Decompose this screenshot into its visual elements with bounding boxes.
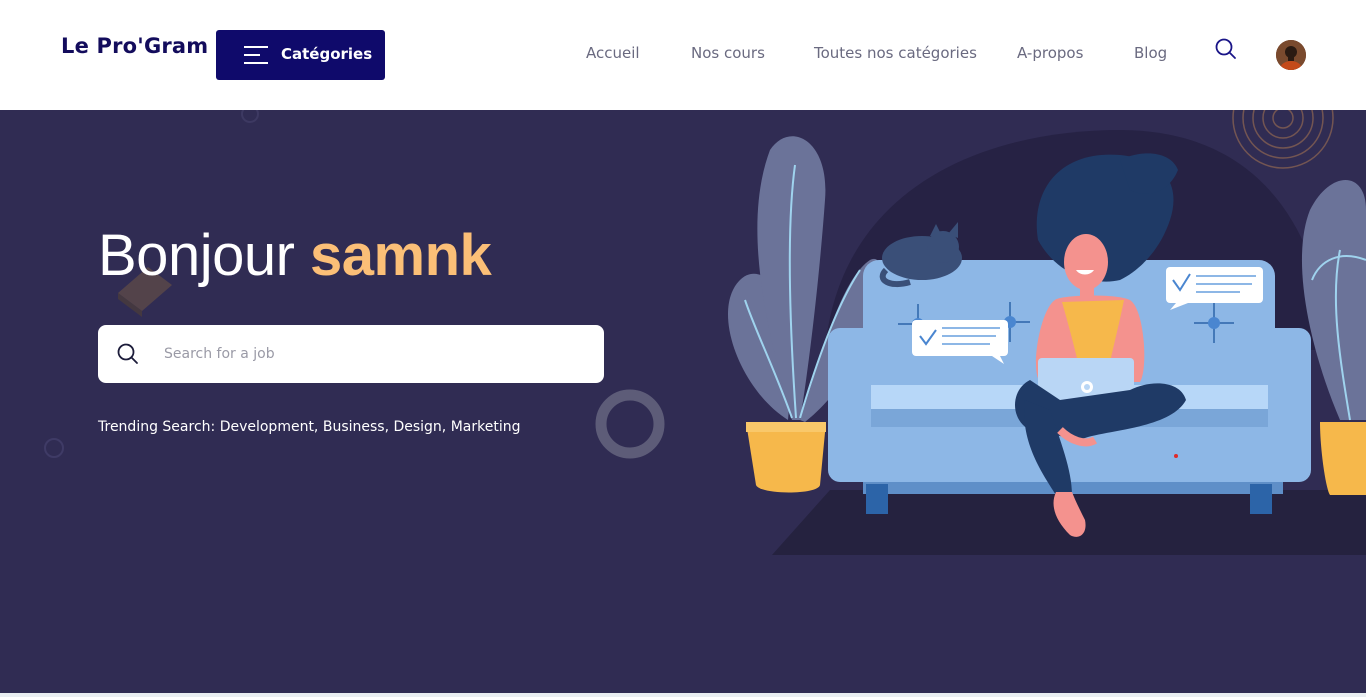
trending-label: Trending Search: (98, 419, 216, 435)
circle-decoration (44, 438, 64, 458)
nav-blog[interactable]: Blog (1134, 44, 1167, 62)
search-icon[interactable] (1214, 37, 1238, 61)
search-icon[interactable] (117, 343, 139, 365)
page-bottom-edge (0, 693, 1366, 697)
hero-section: Bonjour samnk Trending Search: Developme… (0, 110, 1366, 697)
job-search-bar (98, 325, 604, 383)
site-logo[interactable]: Le Pro'Gram (61, 34, 208, 58)
job-search-input[interactable] (164, 339, 584, 369)
trending-items[interactable]: Development, Business, Design, Marketing (220, 419, 521, 435)
trending-search: Trending Search: Development, Business, … (98, 419, 520, 435)
nav-a-propos[interactable]: A-propos (1017, 44, 1083, 62)
greeting-heading: Bonjour samnk (98, 222, 492, 289)
top-header: Le Pro'Gram Catégories Accueil Nos cours… (0, 0, 1366, 110)
user-name: samnk (310, 223, 492, 288)
categories-button[interactable]: Catégories (216, 30, 385, 80)
ring-decoration (595, 389, 665, 459)
categories-button-label: Catégories (281, 45, 373, 63)
nav-nos-cours[interactable]: Nos cours (691, 44, 765, 62)
menu-icon (244, 46, 268, 64)
user-avatar[interactable] (1276, 40, 1306, 70)
nav-accueil[interactable]: Accueil (586, 44, 640, 62)
circle-decoration (241, 110, 259, 123)
nav-toutes-categories[interactable]: Toutes nos catégories (814, 44, 977, 62)
greeting-text: Bonjour (98, 223, 295, 288)
hero-illustration (727, 110, 1366, 555)
